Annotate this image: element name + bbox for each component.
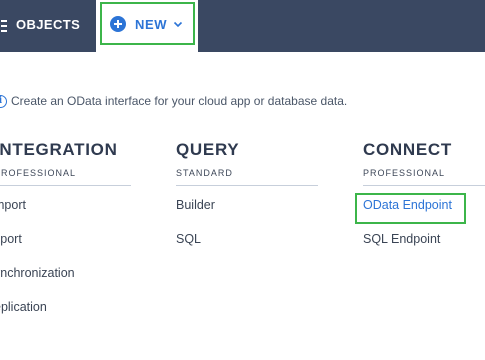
connect-divider — [363, 185, 485, 186]
connect-subtitle: PROFESSIONAL — [363, 168, 446, 178]
integration-column: INTEGRATION PROFESSIONAL mport xport ync… — [0, 140, 131, 332]
new-button[interactable]: NEW — [110, 14, 183, 34]
query-column: QUERY STANDARD Builder SQL — [176, 140, 318, 264]
chevron-down-icon — [173, 17, 183, 32]
odata-endpoint-highlight — [355, 193, 466, 224]
query-divider — [176, 185, 318, 186]
replication-link[interactable]: eplication — [0, 298, 131, 332]
info-text: Create an OData interface for your cloud… — [11, 94, 348, 108]
objects-label: OBJECTS — [16, 17, 81, 32]
integration-divider — [0, 185, 131, 186]
connect-title: CONNECT — [363, 140, 452, 159]
import-link[interactable]: mport — [0, 196, 131, 230]
integration-subtitle: PROFESSIONAL — [0, 168, 77, 178]
menu-icon[interactable] — [1, 20, 7, 32]
query-title: QUERY — [176, 140, 240, 159]
synchronization-link[interactable]: ynchronization — [0, 264, 131, 298]
query-subtitle: STANDARD — [176, 168, 233, 178]
integration-title: INTEGRATION — [0, 140, 118, 159]
new-button-label: NEW — [135, 16, 168, 32]
info-line: i Create an OData interface for your clo… — [0, 93, 347, 109]
sql-link[interactable]: SQL — [176, 230, 318, 264]
info-icon: i — [0, 94, 7, 108]
sql-endpoint-link[interactable]: SQL Endpoint — [363, 230, 485, 264]
export-link[interactable]: xport — [0, 230, 131, 264]
plus-circle-icon — [110, 16, 126, 32]
builder-link[interactable]: Builder — [176, 196, 318, 230]
